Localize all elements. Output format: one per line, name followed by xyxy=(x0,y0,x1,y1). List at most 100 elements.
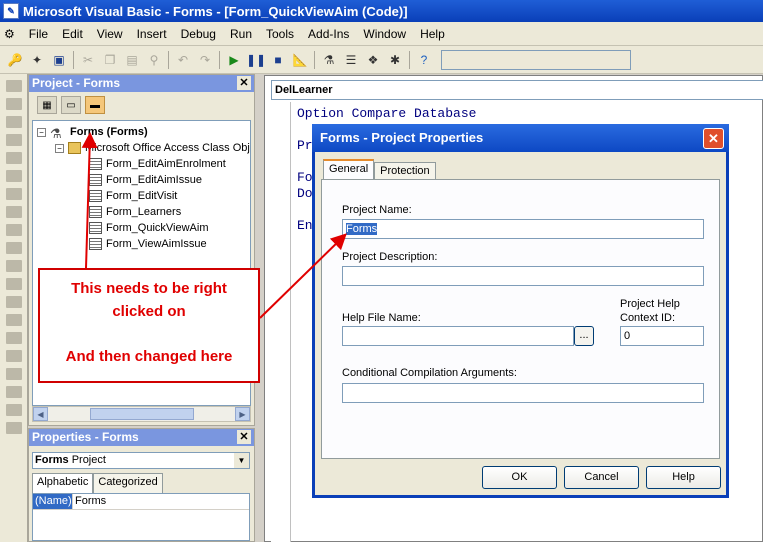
comment-block-icon[interactable] xyxy=(5,224,22,236)
properties-icon[interactable]: ☰ xyxy=(341,50,361,70)
indent-icon[interactable] xyxy=(5,170,22,182)
form-module-icon xyxy=(89,206,102,218)
parameter-info-icon[interactable] xyxy=(5,134,22,146)
menu-window[interactable]: Window xyxy=(356,24,413,44)
conditional-args-field[interactable] xyxy=(342,383,704,403)
close-icon[interactable]: ✕ xyxy=(703,128,724,149)
property-name: (Name) xyxy=(33,494,73,509)
toggle-folders-icon[interactable]: ▬ xyxy=(85,96,105,114)
menu-debug[interactable]: Debug xyxy=(174,24,223,44)
cancel-button[interactable]: Cancel xyxy=(564,466,639,489)
standard-toolbar: 🔑 ✦ ▣ ✂ ❐ ▤ ⚲ ↶ ↷ ▶ ❚❚ ■ 📐 ⚗ ☰ ❖ ✱ ? xyxy=(0,46,763,74)
clear-bookmarks-icon[interactable] xyxy=(5,314,22,326)
dialog-title-bar: Forms - Project Properties xyxy=(312,124,729,152)
project-description-field[interactable] xyxy=(342,266,704,286)
close-icon[interactable]: ✕ xyxy=(237,76,251,90)
code-line[interactable]: En xyxy=(297,218,313,233)
toggle-breakpoint-icon[interactable] xyxy=(5,206,22,218)
code-line[interactable]: Pr xyxy=(297,138,313,153)
copy-icon[interactable]: ❐ xyxy=(100,50,120,70)
menu-edit[interactable]: Edit xyxy=(55,24,90,44)
list-item[interactable]: Form_EditAimEnrolment xyxy=(89,156,226,172)
list-item[interactable]: Form_EditVisit xyxy=(89,188,177,204)
add-module-icon[interactable]: ✦ xyxy=(27,50,47,70)
list-item[interactable]: Form_ViewAimIssue xyxy=(89,236,207,252)
menu-view[interactable]: View xyxy=(90,24,130,44)
vb-app-icon[interactable]: ✎ xyxy=(3,3,19,19)
design-mode-icon[interactable]: 📐 xyxy=(290,50,310,70)
tool-icon[interactable] xyxy=(5,350,22,362)
project-name-field[interactable]: Forms xyxy=(342,219,704,239)
quick-info-icon[interactable] xyxy=(5,116,22,128)
collapse-icon[interactable]: − xyxy=(55,143,64,153)
tree-root-forms[interactable]: − ⚗ Forms (Forms) xyxy=(37,124,148,141)
code-object-dropdown[interactable]: DelLearner xyxy=(271,80,763,100)
reset-icon[interactable]: ■ xyxy=(268,50,288,70)
code-line[interactable]: Do xyxy=(297,186,313,201)
outdent-icon[interactable] xyxy=(5,188,22,200)
ok-button[interactable]: OK xyxy=(482,466,557,489)
find-icon[interactable]: ⚲ xyxy=(144,50,164,70)
help-context-id-field[interactable]: 0 xyxy=(620,326,704,346)
view-object-icon[interactable]: ▭ xyxy=(61,96,81,114)
paste-icon[interactable]: ▤ xyxy=(122,50,142,70)
complete-word-icon[interactable] xyxy=(5,152,22,164)
close-icon[interactable]: ✕ xyxy=(237,430,251,444)
tool-icon[interactable] xyxy=(5,404,22,416)
project-properties-dialog: Forms - Project Properties ✕ General Pro… xyxy=(312,124,729,498)
menu-tools[interactable]: Tools xyxy=(259,24,301,44)
list-item[interactable]: Form_EditAimIssue xyxy=(89,172,202,188)
toggle-bookmark-icon[interactable] xyxy=(5,260,22,272)
tab-categorized[interactable]: Categorized xyxy=(93,473,163,493)
uncomment-block-icon[interactable] xyxy=(5,242,22,254)
list-item[interactable]: Form_Learners xyxy=(89,204,181,220)
previous-bookmark-icon[interactable] xyxy=(5,296,22,308)
scroll-thumb[interactable] xyxy=(90,408,194,420)
tool-icon[interactable] xyxy=(5,368,22,380)
tab-general[interactable]: General xyxy=(323,159,375,181)
code-line[interactable]: Fo xyxy=(297,170,313,185)
tool-icon[interactable] xyxy=(5,422,22,434)
save-icon[interactable]: ▣ xyxy=(49,50,69,70)
run-icon[interactable]: ▶ xyxy=(224,50,244,70)
list-properties-icon[interactable] xyxy=(5,80,22,92)
chevron-down-icon[interactable]: ▼ xyxy=(234,453,249,468)
redo-icon[interactable]: ↷ xyxy=(195,50,215,70)
code-line[interactable]: Option Compare Database xyxy=(297,106,476,121)
view-code-icon[interactable]: ▦ xyxy=(37,96,57,114)
list-constants-icon[interactable] xyxy=(5,98,22,110)
object-dropdown[interactable]: Forms Project ▼ xyxy=(32,452,250,469)
menu-insert[interactable]: Insert xyxy=(130,24,174,44)
toolbox-icon[interactable]: ✱ xyxy=(385,50,405,70)
collapse-icon[interactable]: − xyxy=(37,127,46,137)
horizontal-scrollbar[interactable]: ◀ ▶ xyxy=(32,406,251,422)
property-row[interactable]: (Name) Forms xyxy=(33,494,249,510)
scroll-right-icon[interactable]: ▶ xyxy=(235,407,250,421)
help-button[interactable]: Help xyxy=(646,466,721,489)
project-name-value: Forms xyxy=(346,223,378,235)
tool-icon[interactable] xyxy=(5,386,22,398)
cut-icon[interactable]: ✂ xyxy=(78,50,98,70)
object-browser-icon[interactable]: ❖ xyxy=(363,50,383,70)
menu-run[interactable]: Run xyxy=(223,24,259,44)
margin-indicator-bar[interactable] xyxy=(271,102,291,542)
scroll-left-icon[interactable]: ◀ xyxy=(33,407,48,421)
tree-folder[interactable]: − Microsoft Office Access Class Obje xyxy=(55,140,250,156)
properties-grid: (Name) Forms xyxy=(32,493,250,541)
tool-icon[interactable] xyxy=(5,332,22,344)
property-value[interactable]: Forms xyxy=(73,494,106,509)
access-icon[interactable]: 🔑 xyxy=(5,50,25,70)
project-explorer-icon[interactable]: ⚗ xyxy=(319,50,339,70)
undo-icon[interactable]: ↶ xyxy=(173,50,193,70)
menu-help[interactable]: Help xyxy=(413,24,452,44)
help-file-field[interactable] xyxy=(342,326,574,346)
list-item[interactable]: Form_QuickViewAim xyxy=(89,220,209,236)
tab-alphabetic[interactable]: Alphabetic xyxy=(32,473,94,493)
help-icon[interactable]: ? xyxy=(414,50,434,70)
menu-add-ins[interactable]: Add-Ins xyxy=(301,24,356,44)
menu-icon[interactable]: ⚙ xyxy=(0,24,22,44)
next-bookmark-icon[interactable] xyxy=(5,278,22,290)
browse-button[interactable]: ... xyxy=(574,326,594,346)
break-icon[interactable]: ❚❚ xyxy=(246,50,266,70)
menu-file[interactable]: File xyxy=(22,24,55,44)
